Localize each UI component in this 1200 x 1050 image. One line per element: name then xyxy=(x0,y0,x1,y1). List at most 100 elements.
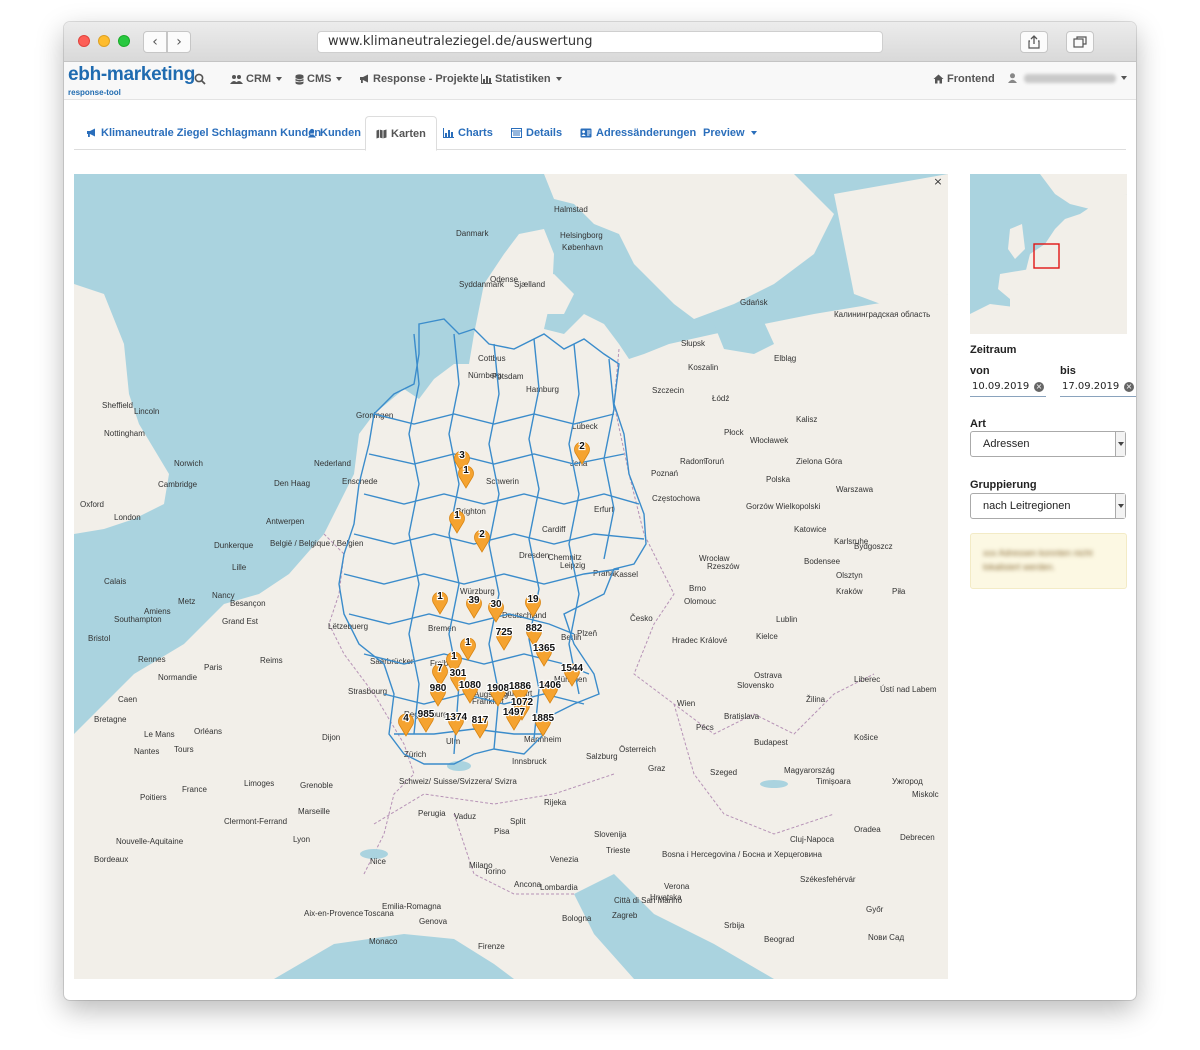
von-label: von xyxy=(970,365,990,377)
city-label: Košice xyxy=(854,733,879,742)
city-label: Magyarország xyxy=(784,766,835,775)
maximize-window-button[interactable] xyxy=(118,35,130,47)
city-label: Gorzów Wielkopolski xyxy=(746,502,820,511)
land-continent xyxy=(74,229,948,979)
nav-statistiken-label: Statistiken xyxy=(495,73,551,85)
tab-adressaenderungen[interactable]: Adressänderungen xyxy=(580,116,696,150)
nav-statistiken[interactable]: Statistiken xyxy=(481,73,562,85)
city-label: Hradec Králové xyxy=(672,636,728,645)
chevron-down-icon xyxy=(1115,432,1125,456)
tab-klimaneutrale-ziegel-label: Klimaneutrale Ziegel Schlagmann Kunden xyxy=(101,127,322,139)
city-label: Antwerpen xyxy=(266,517,304,526)
close-window-button[interactable] xyxy=(78,35,90,47)
search-icon xyxy=(194,73,206,85)
gruppierung-select[interactable]: nach Leitregionen xyxy=(970,493,1126,519)
map-canvas[interactable]: DanmarkHalmstadHelsingborgKøbenhavnOdens… xyxy=(74,174,948,979)
city-label: Besançon xyxy=(230,599,266,608)
city-label: Sjælland xyxy=(514,280,545,289)
city-label: Oxford xyxy=(80,500,104,509)
cluster-marker-count: 301 xyxy=(450,668,467,679)
cluster-marker-count: 1886 xyxy=(509,681,532,692)
city-label: Székesfehérvár xyxy=(800,875,856,884)
city-label: Den Haag xyxy=(274,479,310,488)
city-label: Brno xyxy=(689,584,706,593)
city-label: Ústí nad Labem xyxy=(880,685,937,694)
clear-bis-icon[interactable]: × xyxy=(1124,382,1134,392)
city-label: Bremen xyxy=(428,624,456,633)
tab-details-label: Details xyxy=(526,127,563,139)
main-map[interactable]: Danmark Halmstad Helsingborg København Odens… xyxy=(74,174,948,979)
chevron-down-icon xyxy=(1115,494,1125,518)
art-select-value: Adressen xyxy=(983,438,1030,450)
tab-preview-label: Preview xyxy=(703,127,745,139)
city-label: Dresden xyxy=(519,551,549,560)
city-label: Timișoara xyxy=(816,777,851,786)
search-button[interactable] xyxy=(194,73,206,85)
cluster-marker-count: 1 xyxy=(454,510,460,521)
city-label: Srbija xyxy=(724,921,745,930)
city-label: Bordeaux xyxy=(94,855,128,864)
nav-frontend[interactable]: Frontend xyxy=(933,73,995,85)
minimize-window-button[interactable] xyxy=(98,35,110,47)
nav-frontend-label: Frontend xyxy=(947,73,995,85)
cluster-marker-count: 7 xyxy=(437,663,443,674)
city-label: Bologna xyxy=(562,914,592,923)
city-label: Split xyxy=(510,817,526,826)
city-label: Erfurt xyxy=(594,505,614,514)
city-label: Firenze xyxy=(478,942,505,951)
city-label: Salzburg xyxy=(586,752,618,761)
overview-minimap[interactable] xyxy=(970,174,1127,334)
city-label: Nови Сад xyxy=(868,933,904,942)
nav-cms[interactable]: CMS xyxy=(295,73,343,85)
tabs-overview-button[interactable] xyxy=(1066,31,1094,53)
tab-karten-label: Karten xyxy=(391,127,426,140)
city-label: Metz xyxy=(178,597,195,606)
city-label: Normandie xyxy=(158,673,198,682)
nav-user-menu[interactable] xyxy=(1008,73,1127,83)
city-label: Kraków xyxy=(836,587,863,596)
address-bar[interactable]: www.klimaneutraleziegel.de/auswertung xyxy=(317,31,883,53)
city-label: Nantes xyxy=(134,747,159,756)
chevron-right-icon: › xyxy=(176,34,182,50)
cluster-marker-count: 1885 xyxy=(532,713,555,724)
users-icon xyxy=(230,75,243,84)
tab-details[interactable]: Details xyxy=(511,116,562,150)
city-label: Bretagne xyxy=(94,715,127,724)
city-label: Caen xyxy=(118,695,137,704)
tab-adressaenderungen-label: Adressänderungen xyxy=(596,127,697,139)
map-close-button[interactable]: × xyxy=(932,176,944,188)
city-label: Nederland xyxy=(314,459,351,468)
city-label: Amiens xyxy=(144,607,171,616)
city-label: Marseille xyxy=(298,807,331,816)
tab-charts[interactable]: Charts xyxy=(443,116,493,150)
tab-preview[interactable]: Preview xyxy=(703,116,757,150)
city-label: Perugia xyxy=(418,809,446,818)
nav-response-projekte[interactable]: Response - Projekte xyxy=(359,73,479,85)
forward-button[interactable]: › xyxy=(167,31,191,53)
city-label: Liberec xyxy=(854,675,880,684)
city-label: Dunkerque xyxy=(214,541,254,550)
city-label: Bosna i Hercegovina / Босна и Херцеговин… xyxy=(662,850,822,859)
city-label: Norwich xyxy=(174,459,203,468)
cluster-marker-count: 1 xyxy=(465,637,471,648)
city-label: Elbląg xyxy=(774,354,796,363)
city-label: Częstochowa xyxy=(652,494,701,503)
tab-karten[interactable]: Karten xyxy=(365,116,437,151)
gruppierung-select-value: nach Leitregionen xyxy=(983,500,1071,512)
map-icon xyxy=(376,129,387,138)
city-label: Chemnitz xyxy=(548,553,582,562)
minimap-canvas[interactable] xyxy=(970,174,1127,334)
tab-klimaneutrale-ziegel[interactable]: Klimaneutrale Ziegel Schlagmann Kunden xyxy=(86,116,321,150)
back-button[interactable]: ‹ xyxy=(143,31,167,53)
city-label: België / Belgique / Belgien xyxy=(270,539,363,548)
art-select[interactable]: Adressen xyxy=(970,431,1126,457)
share-button[interactable] xyxy=(1020,31,1048,53)
caret-down-icon xyxy=(1121,76,1127,80)
clear-von-icon[interactable]: × xyxy=(1034,382,1044,392)
nav-crm[interactable]: CRM xyxy=(230,73,283,85)
tab-kunden[interactable]: Kunden xyxy=(308,116,361,150)
home-icon xyxy=(933,74,944,84)
brand-logo[interactable]: ebh-marketing xyxy=(68,64,195,86)
cluster-marker-count: 30 xyxy=(490,599,502,610)
lake-balaton xyxy=(760,780,788,788)
